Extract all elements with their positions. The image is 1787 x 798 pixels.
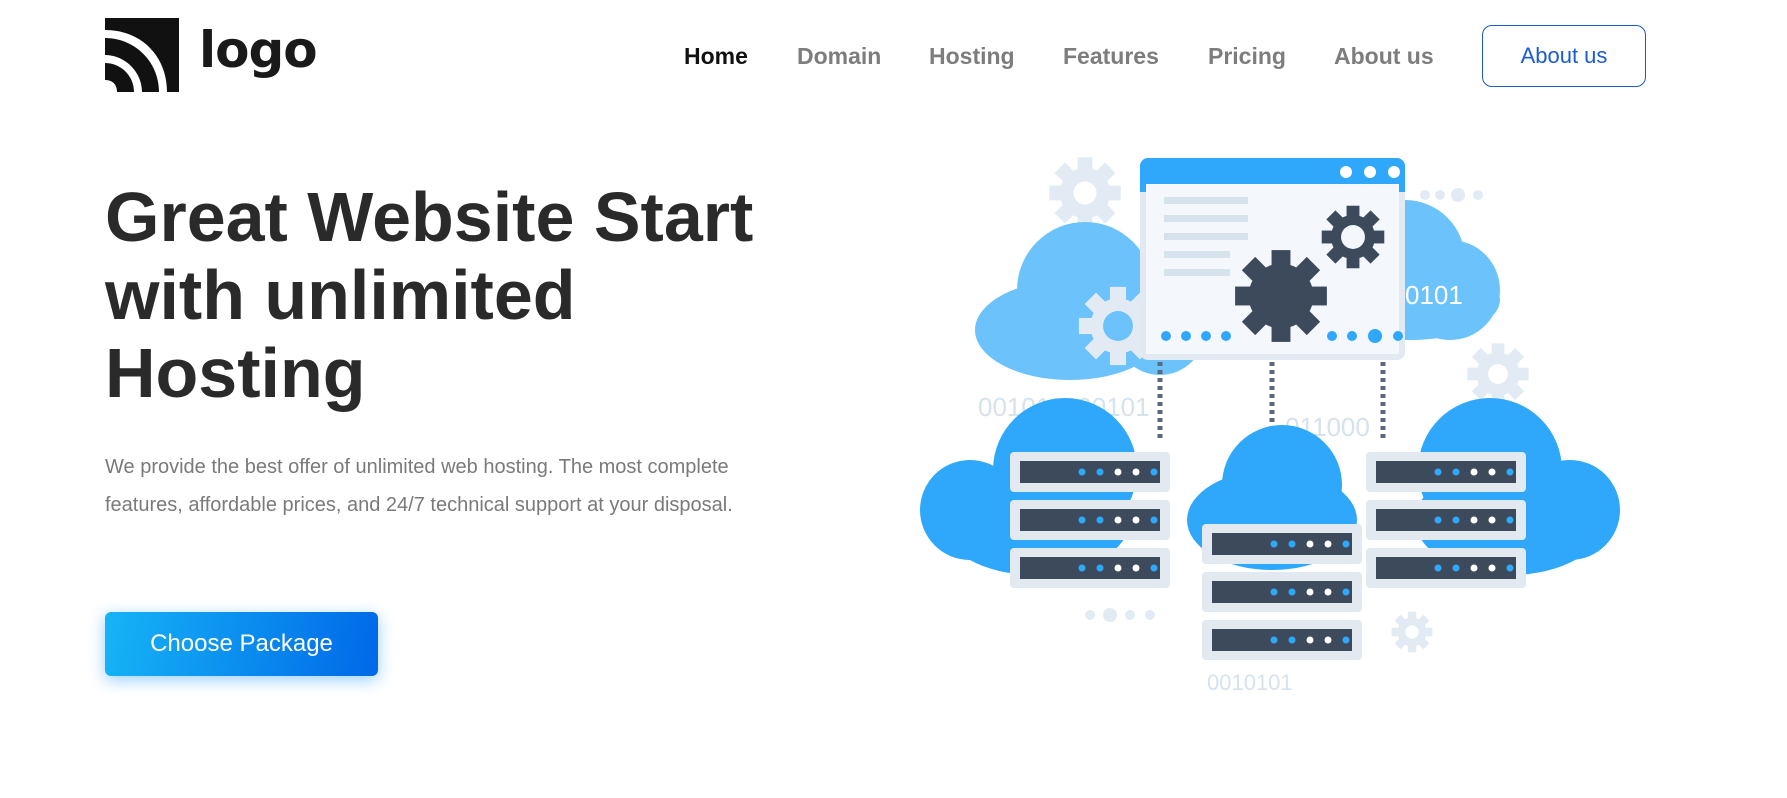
nav-item-hosting[interactable]: Hosting	[929, 43, 1015, 70]
cloud-servers-illustration: 001011000101 011000 0101 0010101	[920, 157, 1620, 695]
nav-item-pricing[interactable]: Pricing	[1208, 43, 1286, 70]
nav-item-about[interactable]: About us	[1334, 43, 1434, 70]
nav-item-features[interactable]: Features	[1063, 43, 1159, 70]
choose-package-button[interactable]: Choose Package	[105, 612, 378, 676]
browser-window	[1140, 158, 1405, 360]
server-rack	[1366, 452, 1526, 588]
server-rack	[1202, 524, 1362, 660]
gear-icon	[1391, 611, 1433, 653]
nav-item-home[interactable]: Home	[684, 43, 748, 70]
hero-description: We provide the best offer of unlimited w…	[105, 456, 733, 516]
binary-text: 0010101	[1207, 670, 1293, 695]
gear-icon	[1321, 205, 1385, 269]
server-rack	[1010, 452, 1170, 588]
logo-icon	[105, 18, 179, 92]
gear-icon	[1467, 343, 1529, 405]
site-header: logo Home Domain Hosting Features Pricin…	[0, 0, 1787, 112]
gear-icon	[1049, 157, 1121, 229]
logo[interactable]: logo	[105, 18, 318, 92]
binary-text: 0101	[1405, 280, 1463, 310]
about-us-button[interactable]: About us	[1482, 25, 1646, 87]
logo-text: logo	[199, 21, 318, 79]
gear-icon	[1235, 250, 1327, 342]
hosting-illustration: 001011000101 011000 0101 0010101	[910, 140, 1630, 710]
hero-title: Great Website Start with unlimited Hosti…	[105, 178, 754, 412]
nav-item-domain[interactable]: Domain	[797, 43, 881, 70]
